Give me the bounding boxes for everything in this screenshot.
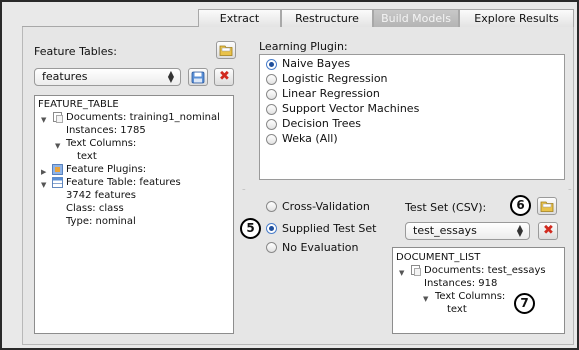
tree-type: Type: nominal [66, 216, 136, 227]
plugin-icon [52, 164, 63, 175]
learning-plugin-list: Naive Bayes Logistic Regression Linear R… [259, 54, 565, 180]
tree-root-label: FEATURE_TABLE [38, 99, 119, 110]
splitter-handle-icon[interactable]: ⁻ [568, 187, 572, 195]
label-decision-trees: Decision Trees [282, 117, 361, 130]
radio-svm[interactable] [266, 104, 277, 115]
tab-restructure-data[interactable]: Restructure Data [281, 9, 373, 42]
radio-supplied-test-set[interactable] [266, 223, 277, 234]
tab-extract-features[interactable]: Extract Features [198, 9, 281, 42]
radio-cross-validation[interactable] [266, 201, 277, 212]
tree-text-columns[interactable]: Text Columns: [66, 138, 136, 150]
test-set-select-value: test_essays [413, 224, 477, 237]
tree-text-value: text [77, 151, 97, 162]
label-supplied-test-set: Supplied Test Set [282, 222, 377, 235]
tree-feature-table[interactable]: Feature Table: features [66, 177, 181, 189]
tree-instances: Instances: 1785 [66, 125, 146, 136]
test-tree-text-value: text [447, 304, 467, 315]
label-naive-bayes: Naive Bayes [282, 57, 351, 70]
label-svm: Support Vector Machines [282, 102, 420, 115]
callout-7-marker: 7 [514, 293, 535, 314]
radio-logistic-regression[interactable] [266, 74, 277, 85]
label-logistic-regression: Logistic Regression [282, 72, 388, 85]
radio-linear-regression[interactable] [266, 89, 277, 100]
save-disk-icon [191, 71, 205, 84]
delete-x-icon: ✖ [543, 223, 554, 238]
feature-table-select-value: features [42, 70, 88, 83]
select-arrows-icon: ▲ ▼ [167, 69, 174, 84]
folder-open-icon [540, 201, 554, 212]
test-tree-documents[interactable]: Documents: test_essays [424, 265, 546, 277]
expanded-triangle-icon[interactable]: ▼ [423, 293, 428, 305]
open-feature-table-button[interactable] [216, 41, 236, 59]
table-icon [52, 177, 63, 188]
callout-5-marker: 5 [240, 218, 261, 239]
tree-feature-count: 3742 features [66, 190, 136, 201]
callout-6-marker: 6 [510, 195, 531, 216]
documents-icon [411, 265, 421, 276]
label-weka-all: Weka (All) [282, 132, 338, 145]
expanded-triangle-icon[interactable]: ▼ [55, 140, 60, 152]
learning-plugin-label: Learning Plugin: [259, 40, 348, 53]
delete-feature-table-button[interactable]: ✖ [214, 68, 234, 86]
tree-feature-plugins[interactable]: Feature Plugins: [66, 164, 146, 176]
tab-explore-results[interactable]: Explore Results [459, 9, 574, 27]
feature-tables-label: Feature Tables: [34, 45, 117, 58]
radio-weka-all[interactable] [266, 134, 277, 145]
label-cross-validation: Cross-Validation [282, 200, 370, 213]
expanded-triangle-icon[interactable]: ▼ [41, 179, 46, 191]
test-tree-root-label: DOCUMENT_LIST [396, 252, 481, 263]
test-tree-instances: Instances: 918 [424, 278, 498, 289]
label-no-evaluation: No Evaluation [282, 241, 359, 254]
collapsed-triangle-icon[interactable]: ▶ [41, 166, 46, 178]
test-tree-text-columns[interactable]: Text Columns: [435, 291, 505, 303]
splitter-handle-icon[interactable]: ⁻ [242, 187, 246, 195]
test-set-select[interactable]: test_essays ▲ ▼ [405, 222, 530, 240]
feature-table-select[interactable]: features ▲ ▼ [34, 68, 181, 86]
build-models-panel: Feature Tables: features ▲ ▼ ✖ FEATURE_TA… [22, 27, 574, 345]
delete-x-icon: ✖ [219, 69, 230, 84]
tree-class: Class: class [66, 203, 124, 214]
label-linear-regression: Linear Regression [282, 87, 380, 100]
delete-test-set-button[interactable]: ✖ [538, 222, 558, 240]
test-set-tree: DOCUMENT_LIST ▼ Documents: test_essays I… [392, 247, 565, 334]
radio-decision-trees[interactable] [266, 119, 277, 130]
expanded-triangle-icon[interactable]: ▼ [41, 114, 46, 126]
expanded-triangle-icon[interactable]: ▼ [399, 267, 404, 279]
select-arrows-icon: ▲ ▼ [516, 223, 523, 238]
tab-bar: Extract Features Restructure Data Build … [22, 9, 574, 42]
open-test-set-button[interactable] [537, 197, 557, 215]
feature-table-tree: FEATURE_TABLE ▼ Documents: training1_nom… [34, 95, 234, 334]
documents-icon [53, 112, 63, 123]
radio-no-evaluation[interactable] [266, 242, 277, 253]
tree-documents[interactable]: Documents: training1_nominal [66, 112, 220, 124]
app-window: Extract Features Restructure Data Build … [0, 0, 579, 350]
test-set-label: Test Set (CSV): [405, 201, 487, 214]
radio-naive-bayes[interactable] [266, 59, 277, 70]
save-feature-table-button[interactable] [188, 68, 208, 86]
folder-open-icon [219, 45, 233, 56]
tab-build-models[interactable]: Build Models [373, 9, 459, 27]
